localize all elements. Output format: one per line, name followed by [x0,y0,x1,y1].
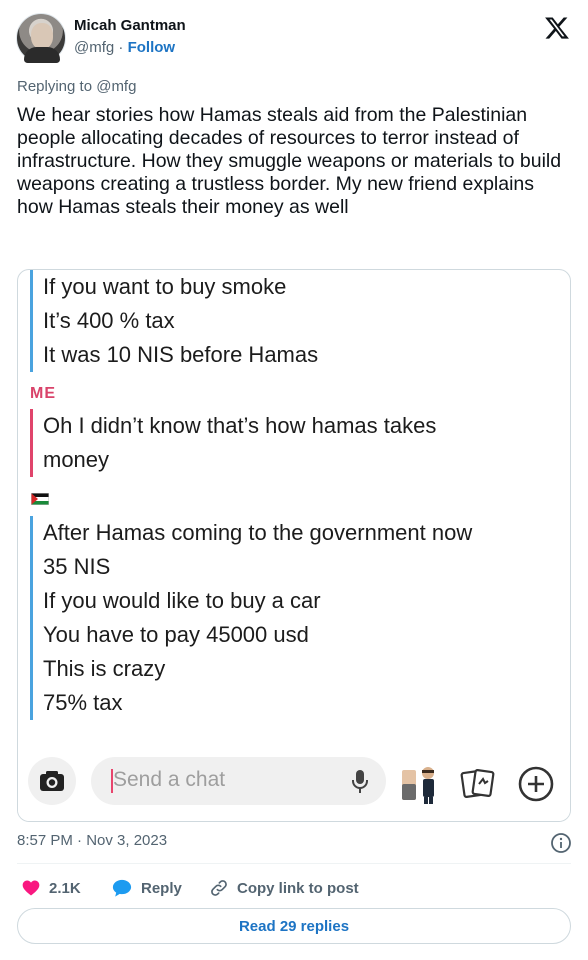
cards-icon[interactable] [460,768,496,800]
chat-line: 35 NIS [43,554,111,579]
chat-line: This is crazy [43,656,166,681]
like-button[interactable]: 2.1K [21,878,81,898]
avatar[interactable] [16,13,66,63]
me-message-block: Oh I didn’t know that’s how hamas takes … [30,409,436,477]
camera-button[interactable] [28,757,76,805]
like-count: 2.1K [49,879,81,897]
reply-bubble-icon [112,879,132,897]
me-label: ME [30,385,56,402]
author-handle[interactable]: @mfg [74,39,114,56]
send-chat-input[interactable]: Send a chat [91,757,386,805]
friend-message-block: If you want to buy smoke It’s 400 % tax … [30,270,318,372]
read-replies-button[interactable]: Read 29 replies [17,908,571,944]
microphone-icon[interactable] [350,769,370,795]
chat-input-bar: Send a chat [18,752,570,821]
chat-line: You have to pay 45000 usd [43,622,309,647]
tweet-actions: 2.1K Reply Copy link to post [17,868,571,908]
chat-line: If you want to buy smoke [43,274,287,299]
author-handle-line: @mfg · Follow [74,39,175,56]
copy-link-label: Copy link to post [237,879,359,897]
camera-icon [40,771,64,791]
x-logo-icon[interactable] [544,15,570,41]
link-icon [211,880,227,896]
chat-line: After Hamas coming to the government now [43,520,473,545]
reply-label: Reply [141,879,182,897]
media-image[interactable]: If you want to buy smoke It’s 400 % tax … [17,269,571,822]
reply-button[interactable]: Reply [111,878,182,898]
replying-to[interactable]: Replying to @mfg [17,78,136,95]
friend-message-block: After Hamas coming to the government now… [30,516,472,720]
tweet-header: Micah Gantman @mfg · Follow [16,12,572,68]
palestine-flag-icon [31,493,49,505]
author-name[interactable]: Micah Gantman [74,17,186,34]
follow-button[interactable]: Follow [128,39,176,56]
plus-icon[interactable] [516,764,556,804]
chat-line: 75% tax [43,690,123,715]
divider [17,863,571,864]
send-chat-placeholder: Send a chat [113,768,226,791]
tweet-text: We hear stories how Hamas steals aid fro… [17,104,562,218]
info-icon[interactable] [550,832,572,854]
chat-line: It was 10 NIS before Hamas [43,342,319,367]
separator: · [118,39,124,56]
chat-line: It’s 400 % tax [43,308,175,333]
heart-icon [22,880,40,896]
bitmoji-icon[interactable] [400,764,442,806]
copy-link-button[interactable]: Copy link to post [209,878,359,898]
chat-line: money [43,447,110,472]
chat-line: If you would like to buy a car [43,588,321,613]
chat-line: Oh I didn’t know that’s how hamas takes [43,413,437,438]
tweet-timestamp[interactable]: 8:57 PM · Nov 3, 2023 [17,832,167,849]
